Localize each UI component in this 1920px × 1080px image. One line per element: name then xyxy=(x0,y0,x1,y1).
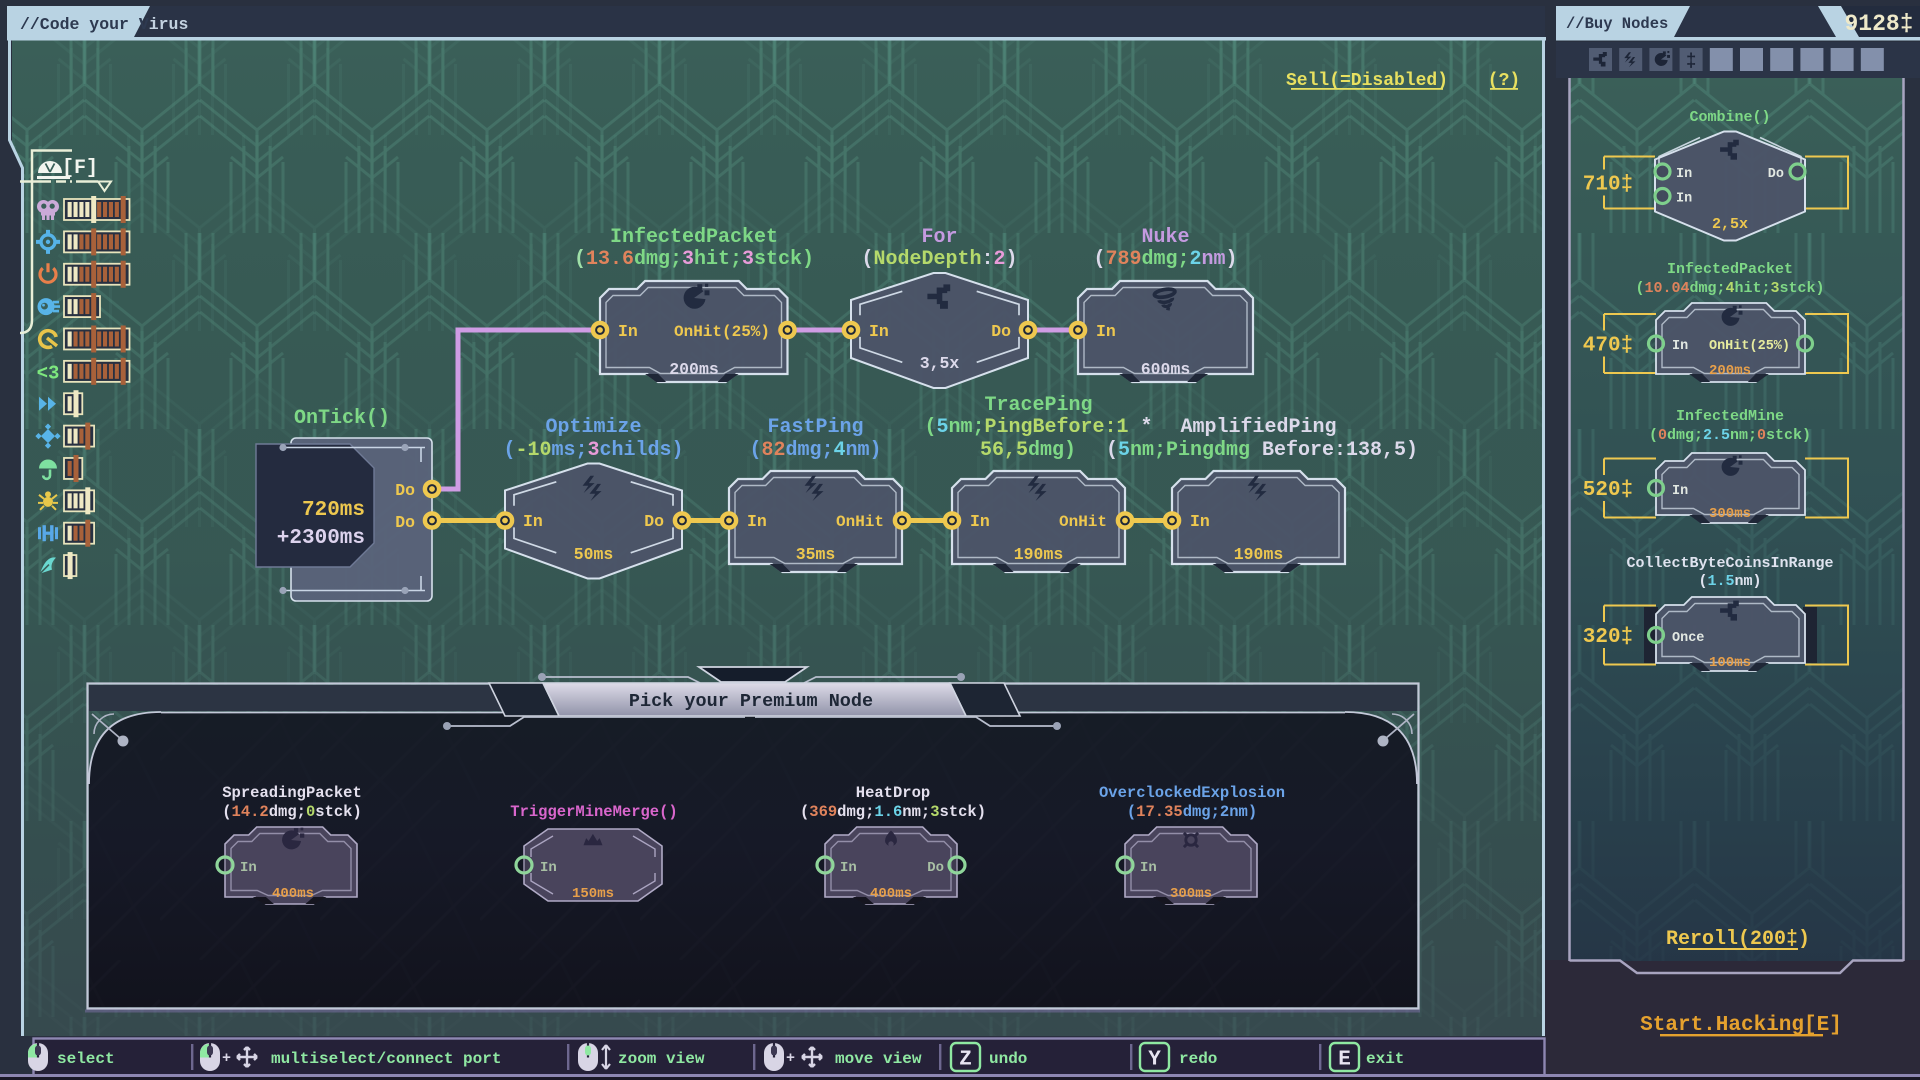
svg-text:Once: Once xyxy=(1672,631,1704,646)
svg-text:In: In xyxy=(618,322,638,341)
svg-text:InfectedPacket: InfectedPacket xyxy=(610,226,778,249)
svg-text:300ms: 300ms xyxy=(1170,886,1212,902)
svg-text:(5nm;Pingdmg Before:138,5): (5nm;Pingdmg Before:138,5) xyxy=(1106,439,1418,462)
svg-text:Nuke: Nuke xyxy=(1141,226,1189,249)
svg-text:In: In xyxy=(1096,322,1116,341)
svg-text:In: In xyxy=(840,860,857,876)
svg-text:Do: Do xyxy=(395,513,415,532)
svg-text:9128‡: 9128‡ xyxy=(1844,11,1913,37)
svg-text:190ms: 190ms xyxy=(1014,545,1064,564)
svg-text:(369dmg;1.6nm;3stck): (369dmg;1.6nm;3stck) xyxy=(800,803,986,821)
svg-text:(-10ms;3childs): (-10ms;3childs) xyxy=(503,439,683,462)
svg-text:TracePing: TracePing xyxy=(984,394,1092,417)
svg-text://Buy Nodes: //Buy Nodes xyxy=(1566,15,1668,33)
svg-text:2,5x: 2,5x xyxy=(1712,216,1748,233)
svg-text:move view: move view xyxy=(835,1050,922,1068)
svg-text:Optimize: Optimize xyxy=(545,416,641,439)
svg-text:HeatDrop: HeatDrop xyxy=(856,784,930,802)
svg-text:+: + xyxy=(786,1050,795,1067)
svg-text:400ms: 400ms xyxy=(272,886,314,902)
svg-text:SpreadingPacket: SpreadingPacket xyxy=(222,784,362,802)
svg-text:3,5x: 3,5x xyxy=(920,354,960,373)
svg-text:Pick your Premium Node: Pick your Premium Node xyxy=(629,691,873,712)
svg-text://Code your Virus: //Code your Virus xyxy=(20,15,188,34)
svg-text:(789dmg;2nm): (789dmg;2nm) xyxy=(1093,248,1237,271)
svg-text:200ms: 200ms xyxy=(669,360,719,379)
svg-text:400ms: 400ms xyxy=(870,886,912,902)
svg-text:In: In xyxy=(869,322,889,341)
svg-text:E: E xyxy=(1338,1049,1351,1072)
svg-text:320‡: 320‡ xyxy=(1583,626,1633,649)
svg-text:redo: redo xyxy=(1179,1050,1217,1068)
svg-text:In: In xyxy=(1672,339,1688,354)
svg-text:In: In xyxy=(1676,167,1692,182)
svg-text:Do: Do xyxy=(644,512,664,531)
svg-text:(1.5nm): (1.5nm) xyxy=(1698,573,1761,590)
svg-text:(82dmg;4nm): (82dmg;4nm) xyxy=(749,439,881,462)
svg-text:undo: undo xyxy=(989,1050,1027,1068)
svg-text:Reroll(200‡): Reroll(200‡) xyxy=(1666,928,1810,951)
svg-text:100ms: 100ms xyxy=(1709,655,1751,671)
svg-text:exit: exit xyxy=(1366,1050,1404,1068)
svg-text:35ms: 35ms xyxy=(796,545,836,564)
svg-text:150ms: 150ms xyxy=(572,886,614,902)
svg-text:In: In xyxy=(540,860,557,876)
svg-text:OnTick(): OnTick() xyxy=(294,407,390,430)
svg-text:zoom view: zoom view xyxy=(618,1050,705,1068)
svg-text:In: In xyxy=(240,860,257,876)
svg-text:OnHit(25%): OnHit(25%) xyxy=(1709,339,1790,354)
svg-text:56,5dmg): 56,5dmg) xyxy=(980,439,1076,462)
svg-text:In: In xyxy=(747,512,767,531)
svg-text:InfectedPacket: InfectedPacket xyxy=(1667,261,1793,278)
svg-text:OnHit(25%): OnHit(25%) xyxy=(674,323,770,341)
svg-text:Do: Do xyxy=(927,860,944,876)
svg-text:(13.6dmg;3hit;3stck): (13.6dmg;3hit;3stck) xyxy=(574,248,814,271)
svg-text:200ms: 200ms xyxy=(1709,363,1751,379)
svg-text:600ms: 600ms xyxy=(1141,360,1191,379)
svg-text:(17.35dmg;2nm): (17.35dmg;2nm) xyxy=(1127,803,1257,821)
svg-text:+2300ms: +2300ms xyxy=(277,527,365,550)
svg-text:Y: Y xyxy=(1148,1049,1161,1072)
svg-text:Combine(): Combine() xyxy=(1689,109,1770,126)
svg-text:(14.2dmg;0stck): (14.2dmg;0stck) xyxy=(222,803,362,821)
svg-text:In: In xyxy=(1676,192,1692,207)
svg-text:TriggerMineMerge(): TriggerMineMerge() xyxy=(510,803,677,821)
svg-text:In: In xyxy=(1140,860,1157,876)
svg-text:300ms: 300ms xyxy=(1709,506,1751,522)
svg-text:470‡: 470‡ xyxy=(1583,335,1633,358)
svg-text:(5nm;PingBefore:1 *: (5nm;PingBefore:1 * xyxy=(924,416,1152,439)
svg-text:In: In xyxy=(970,512,990,531)
svg-text:multiselect/connect port: multiselect/connect port xyxy=(271,1050,501,1068)
svg-text:OverclockedExplosion: OverclockedExplosion xyxy=(1099,784,1285,802)
svg-text:190ms: 190ms xyxy=(1234,545,1284,564)
svg-text:In: In xyxy=(523,512,543,531)
svg-text:InfectedMine: InfectedMine xyxy=(1676,408,1784,425)
svg-text:For: For xyxy=(921,226,957,249)
svg-text:In: In xyxy=(1672,484,1688,499)
svg-text:(NodeDepth:2): (NodeDepth:2) xyxy=(861,248,1017,271)
svg-text:[F]: [F] xyxy=(62,157,98,180)
svg-text:50ms: 50ms xyxy=(574,545,614,564)
svg-text:‡: ‡ xyxy=(1686,52,1697,72)
svg-text:520‡: 520‡ xyxy=(1583,479,1633,502)
svg-text:(10.04dmg;4hit;3stck): (10.04dmg;4hit;3stck) xyxy=(1635,280,1824,297)
svg-text:+: + xyxy=(222,1050,231,1067)
svg-text:AmplifiedPing: AmplifiedPing xyxy=(1180,416,1336,439)
svg-text:<3: <3 xyxy=(37,362,60,384)
svg-text:Do: Do xyxy=(395,481,415,500)
svg-text:Do: Do xyxy=(1768,167,1784,182)
svg-text:Z: Z xyxy=(959,1049,972,1072)
svg-text:Start.Hacking[E]: Start.Hacking[E] xyxy=(1640,1014,1842,1037)
svg-text:select: select xyxy=(57,1050,115,1068)
svg-text:720ms: 720ms xyxy=(302,499,365,522)
svg-text:OnHit: OnHit xyxy=(1059,513,1107,531)
svg-text:710‡: 710‡ xyxy=(1583,174,1633,197)
svg-text:CollectByteCoinsInRange: CollectByteCoinsInRange xyxy=(1626,555,1833,572)
svg-text:(0dmg;2.5nm;0stck): (0dmg;2.5nm;0stck) xyxy=(1649,427,1811,444)
svg-text:OnHit: OnHit xyxy=(836,513,884,531)
svg-text:FastPing: FastPing xyxy=(767,416,863,439)
svg-text:Do: Do xyxy=(991,322,1011,341)
svg-text:In: In xyxy=(1190,512,1210,531)
